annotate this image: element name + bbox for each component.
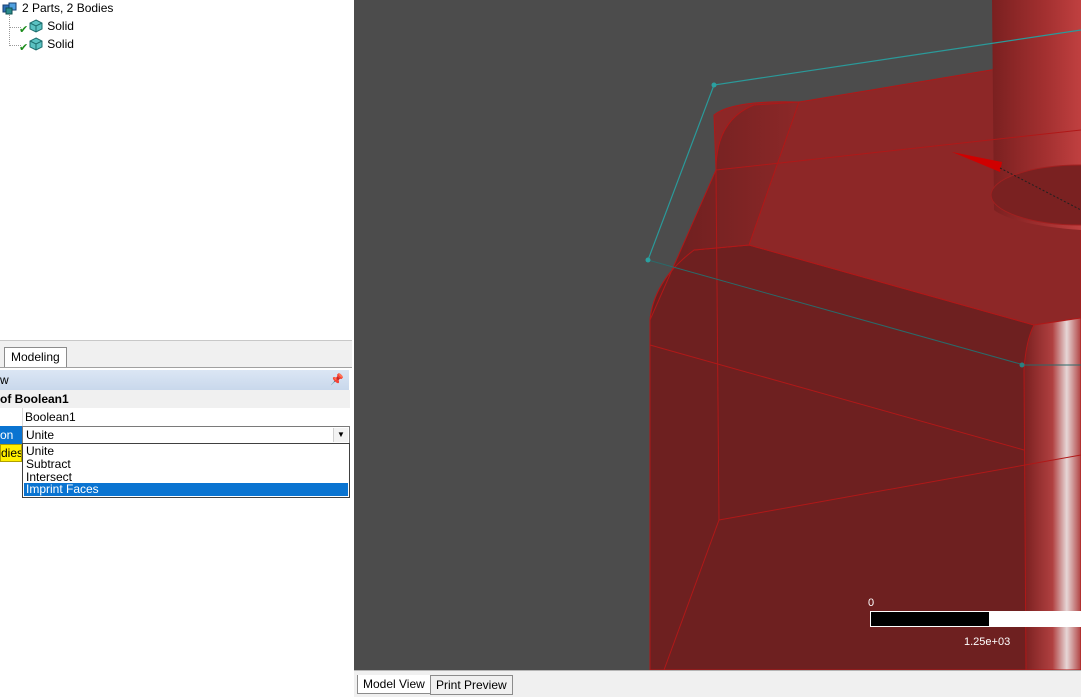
scale-value-label: 1.25e+03: [964, 636, 1011, 648]
option-unite[interactable]: Unite: [24, 445, 348, 458]
solid-body-icon: [29, 37, 43, 51]
tree-root[interactable]: 2 Parts, 2 Bodies: [2, 0, 113, 17]
check-icon: ✔: [19, 41, 29, 54]
row-bodies-label: dies: [0, 444, 22, 462]
chevron-down-icon[interactable]: ▼: [333, 428, 348, 442]
tab-print-preview[interactable]: Print Preview: [430, 675, 513, 695]
row-operation-label: on: [0, 426, 23, 444]
solid-body-icon: [29, 19, 43, 33]
tree-connector: [9, 14, 10, 44]
scale-zero-label: 0: [868, 597, 875, 609]
check-icon: ✔: [19, 23, 29, 36]
left-panel: 2 Parts, 2 Bodies ✔ Solid ✔ Solid Modeli…: [0, 0, 353, 696]
row-name-label: [0, 408, 23, 426]
model-geometry: [645, 0, 1081, 670]
tab-model-view[interactable]: Model View: [357, 675, 431, 694]
model-tree: 2 Parts, 2 Bodies ✔ Solid ✔ Solid: [0, 0, 352, 340]
tree-item-label: Solid: [47, 37, 74, 51]
row-name-value: Boolean1: [25, 410, 76, 424]
details-header: w 📌: [0, 370, 349, 391]
model-viewport[interactable]: 0 1.25e+03: [354, 0, 1081, 670]
tree-root-label: 2 Parts, 2 Bodies: [22, 1, 114, 15]
details-header-title: w: [0, 373, 9, 387]
tree-item-solid-1[interactable]: ✔ Solid: [19, 17, 74, 36]
operation-selected-value: Unite: [26, 428, 55, 442]
details-row-name[interactable]: Boolean1: [0, 408, 350, 427]
operation-dropdown-list: Unite Subtract Intersect Imprint Faces: [22, 443, 350, 498]
option-imprint-faces[interactable]: Imprint Faces: [24, 483, 348, 496]
parts-icon: [2, 2, 17, 15]
tree-item-solid-2[interactable]: ✔ Solid: [19, 35, 74, 54]
option-subtract[interactable]: Subtract: [24, 458, 348, 471]
scale-bar: [870, 611, 1081, 627]
view-tabstrip: Model View Print Preview: [354, 670, 1081, 697]
details-title: of Boolean1: [0, 390, 350, 409]
tree-tabstrip: Modeling: [0, 345, 352, 368]
tree-item-label: Solid: [47, 19, 74, 33]
pin-icon[interactable]: 📌: [330, 370, 344, 390]
tab-modeling[interactable]: Modeling: [4, 347, 67, 367]
